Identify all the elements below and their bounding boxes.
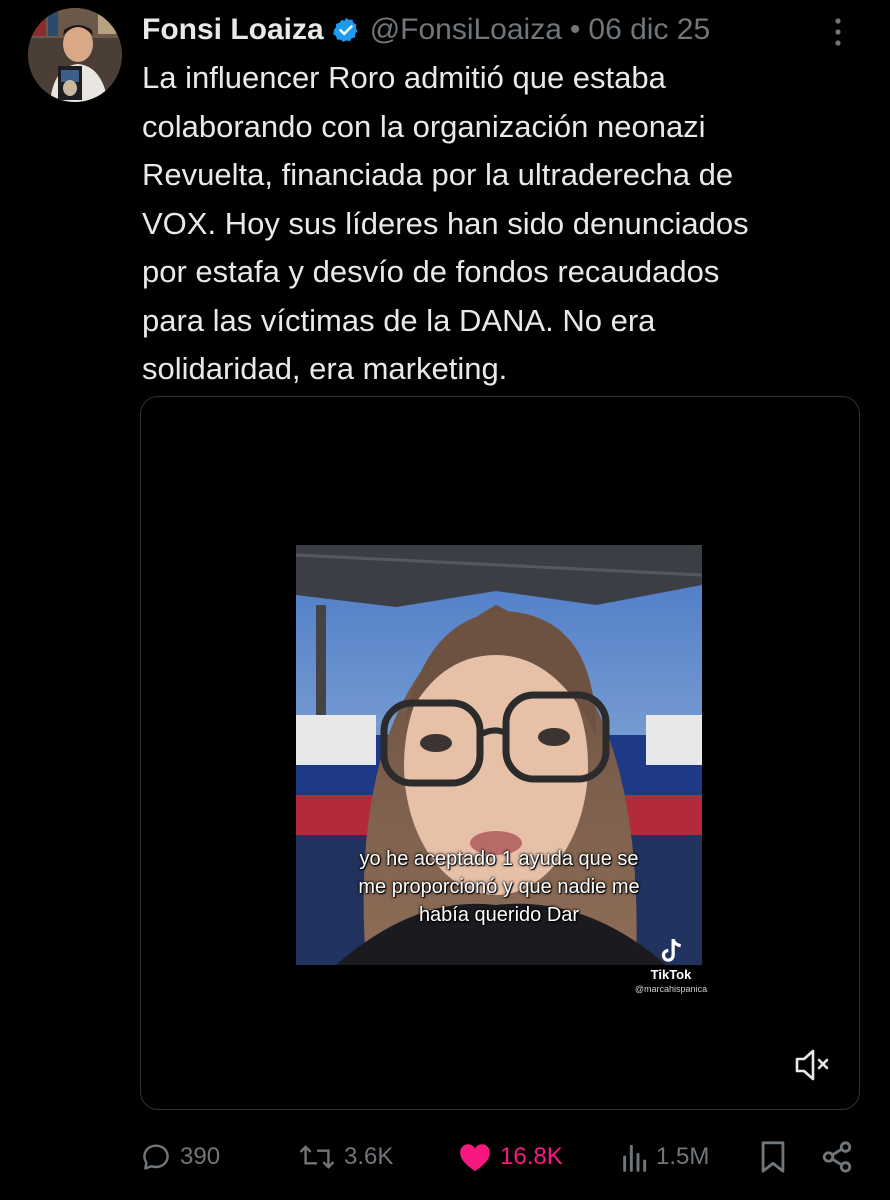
reply-count: 390 — [180, 1143, 221, 1170]
repost-icon — [299, 1145, 335, 1169]
bookmark-icon — [761, 1141, 785, 1173]
tweet-date[interactable]: 06 dic 25 — [588, 13, 710, 47]
more-options-icon[interactable] — [818, 14, 858, 50]
author-avatar[interactable] — [28, 8, 122, 102]
views-count: 1.5M — [656, 1143, 710, 1170]
video-frame[interactable]: yo he aceptado 1 ayuda que se me proporc… — [296, 545, 702, 965]
tweet-text: La influencer Roro admitió que estaba co… — [142, 60, 749, 386]
share-icon — [822, 1141, 852, 1173]
share-button[interactable] — [820, 1134, 862, 1180]
like-count: 16.8K — [500, 1143, 563, 1170]
video-player[interactable]: yo he aceptado 1 ayuda que se me proporc… — [140, 396, 860, 1110]
tiktok-watermark: TikTok @marcahispanica — [611, 937, 731, 994]
views-chart-icon — [623, 1144, 647, 1172]
meta-separator: • — [569, 13, 581, 46]
verified-badge-icon — [332, 16, 360, 44]
volume-muted-icon[interactable] — [793, 1047, 833, 1083]
reply-button[interactable]: 390 — [140, 1134, 220, 1180]
tiktok-logo-icon — [661, 938, 682, 962]
tweet-header: Fonsi Loaiza @FonsiLoaiza • 06 dic 25 — [142, 8, 710, 52]
reply-icon — [143, 1144, 169, 1170]
tiktok-label: TikTok — [650, 967, 692, 982]
like-heart-icon — [460, 1144, 490, 1172]
author-name[interactable]: Fonsi Loaiza — [142, 13, 324, 47]
bookmark-button[interactable] — [758, 1134, 796, 1180]
tiktok-username: @marcahispanica — [634, 984, 708, 994]
tweet-action-bar: 390 3.6K 16.8K 1.5M — [140, 1134, 860, 1180]
views-button[interactable]: 1.5M — [620, 1134, 709, 1180]
video-subtitle: yo he aceptado 1 ayuda que se me proporc… — [358, 848, 640, 926]
like-button[interactable]: 16.8K — [458, 1134, 563, 1180]
repost-button[interactable]: 3.6K — [298, 1134, 393, 1180]
author-handle[interactable]: @FonsiLoaiza — [370, 13, 562, 47]
repost-count: 3.6K — [344, 1143, 394, 1170]
